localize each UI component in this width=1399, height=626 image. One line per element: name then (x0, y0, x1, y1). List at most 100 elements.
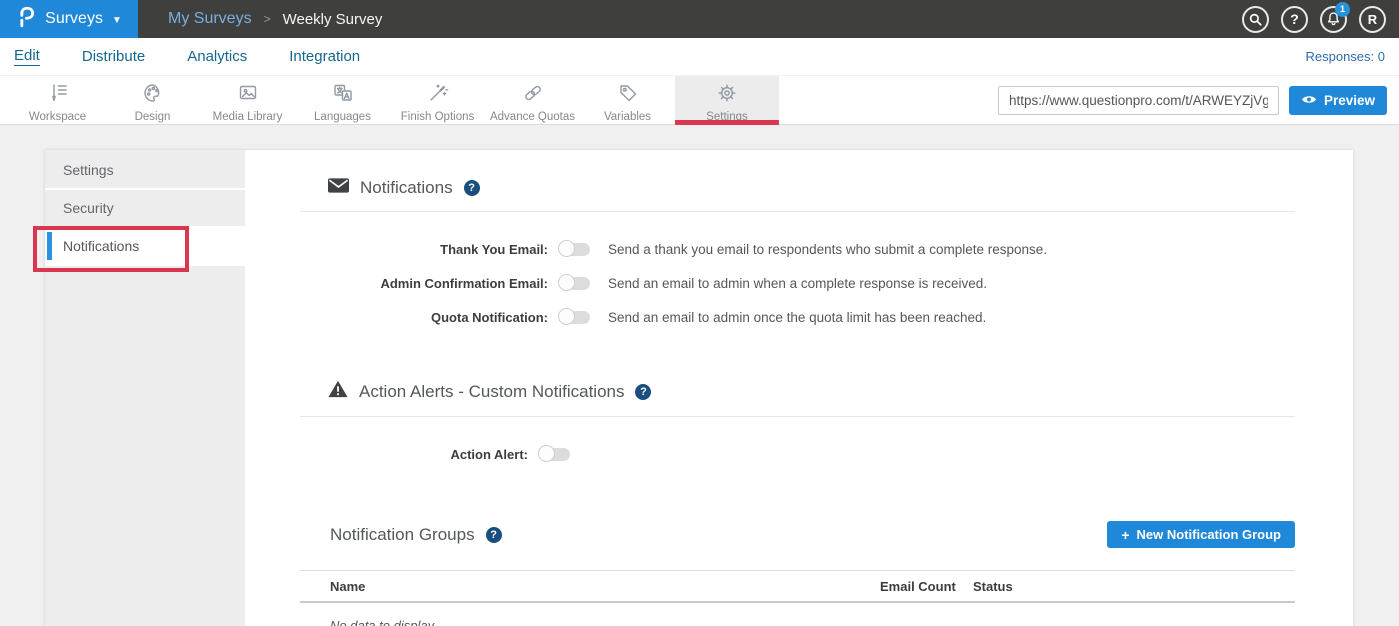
toggle-label: Action Alert: (300, 447, 528, 462)
breadcrumb: My Surveys > Weekly Survey (168, 10, 382, 28)
toolbar-item-label: Media Library (213, 111, 283, 123)
toolbar-item-label: Settings (706, 111, 748, 123)
tab-analytics[interactable]: Analytics (187, 48, 247, 65)
notifications-button[interactable]: 1 (1320, 6, 1347, 33)
action-alert-row: Action Alert: (300, 437, 1295, 471)
toolbar-item-settings[interactable]: Settings (675, 76, 779, 124)
toolbar-item-label: Languages (314, 111, 371, 123)
column-header-status: Status (973, 579, 1295, 594)
toolbar-right-group: Preview (998, 76, 1399, 124)
pencil-list-icon (46, 81, 70, 110)
action-alerts-section-header: Action Alerts - Custom Notifications ? (300, 380, 1295, 403)
toolbar-item-label: Advance Quotas (490, 111, 575, 123)
gear-icon (715, 81, 739, 110)
search-icon (1248, 12, 1263, 27)
new-group-button-label: New Notification Group (1137, 527, 1281, 542)
surveys-product-menu[interactable]: Surveys ▼ (0, 0, 138, 38)
toolbar-item-advance-quotas[interactable]: Advance Quotas (485, 76, 580, 124)
toolbar-item-languages[interactable]: Languages (295, 76, 390, 124)
preview-button[interactable]: Preview (1289, 86, 1387, 115)
section-divider (300, 211, 1295, 212)
help-button[interactable]: ? (1281, 6, 1308, 33)
admin-confirmation-email-row: Admin Confirmation Email: Send an email … (300, 266, 1295, 300)
chain-link-icon (521, 81, 545, 110)
toggle-description: Send an email to admin once the quota li… (608, 310, 986, 325)
chevron-down-icon: ▼ (112, 15, 122, 26)
toggle-knob (558, 240, 575, 257)
sidebar-item-label: Settings (63, 162, 114, 178)
column-header-email-count: Email Count (880, 579, 973, 594)
notification-groups-title-wrap: Notification Groups ? (300, 525, 502, 545)
tag-icon (616, 81, 640, 110)
toolbar-item-label: Variables (604, 111, 651, 123)
survey-nav-bar: Edit Distribute Analytics Integration Re… (0, 38, 1399, 76)
action-alert-toggle[interactable] (540, 448, 570, 461)
notification-groups-header: Notification Groups ? + New Notification… (300, 521, 1295, 548)
warning-triangle-icon (328, 380, 348, 403)
toolbar-item-workspace[interactable]: Workspace (10, 76, 105, 124)
palette-icon (141, 81, 165, 110)
toolbar-item-finish-options[interactable]: Finish Options (390, 76, 485, 124)
toggle-description: Send a thank you email to respondents wh… (608, 242, 1047, 257)
quota-notification-row: Quota Notification: Send an email to adm… (300, 300, 1295, 334)
image-icon (236, 81, 260, 110)
product-label: Surveys (45, 10, 103, 28)
breadcrumb-current-survey: Weekly Survey (283, 11, 383, 28)
eye-icon (1301, 93, 1317, 108)
preview-button-label: Preview (1324, 93, 1375, 108)
thank-you-email-row: Thank You Email: Send a thank you email … (300, 232, 1295, 266)
notification-toggle-rows: Thank You Email: Send a thank you email … (300, 232, 1295, 334)
toolbar-item-variables[interactable]: Variables (580, 76, 675, 124)
section-divider (300, 416, 1295, 417)
help-icon[interactable]: ? (486, 527, 502, 543)
column-header-name: Name (300, 579, 880, 594)
help-icon[interactable]: ? (635, 384, 651, 400)
help-icon[interactable]: ? (464, 180, 480, 196)
toggle-label: Admin Confirmation Email: (300, 276, 548, 291)
translate-icon (331, 81, 355, 110)
tab-edit[interactable]: Edit (14, 47, 40, 66)
edit-toolbar: Workspace Design Media Library (0, 76, 1399, 125)
toolbar-item-label: Design (135, 111, 171, 123)
topbar-icon-group: ? 1 R (1242, 6, 1386, 33)
breadcrumb-my-surveys[interactable]: My Surveys (168, 10, 252, 28)
table-empty-state: No data to display... (300, 618, 1295, 626)
magic-wand-icon (426, 81, 450, 110)
survey-url-input[interactable] (998, 86, 1279, 115)
help-icon: ? (1290, 11, 1299, 27)
tab-distribute[interactable]: Distribute (82, 48, 145, 65)
toggle-knob (558, 274, 575, 291)
tab-integration[interactable]: Integration (289, 48, 360, 65)
top-bar: Surveys ▼ My Surveys > Weekly Survey ? (0, 0, 1399, 38)
search-button[interactable] (1242, 6, 1269, 33)
breadcrumb-separator: > (264, 12, 271, 26)
toolbar-item-label: Workspace (29, 111, 86, 123)
toolbar-item-media-library[interactable]: Media Library (200, 76, 295, 124)
admin-confirmation-email-toggle[interactable] (560, 277, 590, 290)
notification-count-badge: 1 (1335, 2, 1350, 17)
plus-icon: + (1121, 527, 1129, 543)
responses-count[interactable]: Responses: 0 (1306, 49, 1386, 64)
toolbar-item-design[interactable]: Design (105, 76, 200, 124)
questionpro-logo-icon (16, 5, 36, 34)
toolbar-item-label: Finish Options (401, 111, 475, 123)
thank-you-email-toggle[interactable] (560, 243, 590, 256)
new-notification-group-button[interactable]: + New Notification Group (1107, 521, 1295, 548)
toggle-description: Send an email to admin when a complete r… (608, 276, 987, 291)
notifications-pane: Notifications ? Thank You Email: Send a … (245, 150, 1353, 626)
sidebar-item-security[interactable]: Security (45, 190, 245, 228)
toggle-knob (558, 308, 575, 325)
sidebar-item-label: Notifications (63, 238, 139, 254)
settings-sidebar: Settings Security Notifications (45, 150, 245, 626)
section-title: Notification Groups (330, 525, 475, 545)
quota-notification-toggle[interactable] (560, 311, 590, 324)
envelope-icon (328, 178, 349, 198)
sidebar-item-notifications[interactable]: Notifications (45, 228, 245, 266)
section-title: Action Alerts - Custom Notifications (359, 382, 624, 402)
avatar[interactable]: R (1359, 6, 1386, 33)
toggle-label: Thank You Email: (300, 242, 548, 257)
sidebar-item-settings[interactable]: Settings (45, 152, 245, 190)
section-title: Notifications (360, 178, 453, 198)
toggle-knob (538, 445, 555, 462)
settings-content-area: Settings Security Notifications Notifica… (0, 125, 1399, 626)
